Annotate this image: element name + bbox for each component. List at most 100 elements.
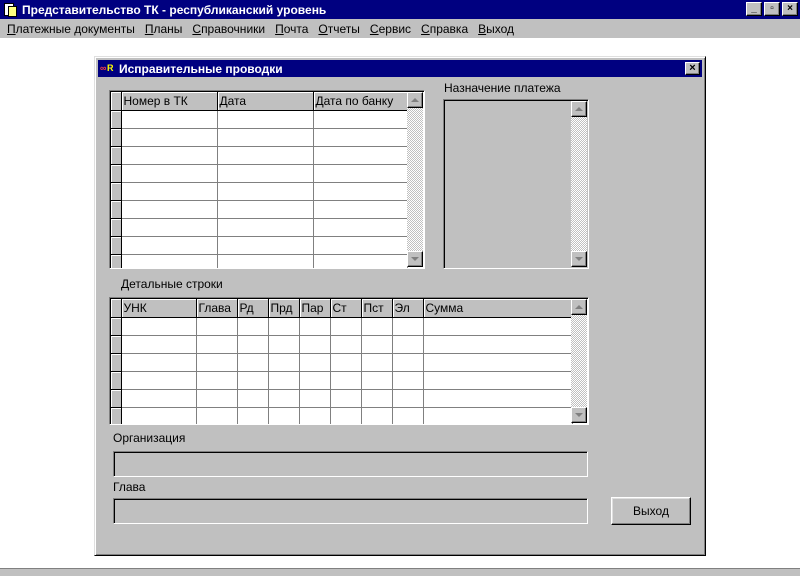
column-header[interactable]: Сумма [423, 299, 573, 318]
grid-cell[interactable] [196, 371, 238, 390]
grid-cell[interactable] [361, 371, 393, 390]
table-row[interactable] [111, 146, 408, 165]
row-indicator[interactable] [111, 110, 122, 129]
grid-cell[interactable] [330, 371, 362, 390]
grid-cell[interactable] [268, 317, 300, 336]
grid-cell[interactable] [268, 335, 300, 354]
grid-cell[interactable] [196, 407, 238, 424]
grid-cell[interactable] [217, 254, 314, 268]
grid-cell[interactable] [299, 317, 331, 336]
grid-cell[interactable] [121, 146, 218, 165]
table-row[interactable] [111, 236, 408, 255]
grid-cell[interactable] [313, 218, 408, 237]
grid-cell[interactable] [299, 407, 331, 424]
grid-cell[interactable] [313, 164, 408, 183]
grid-cell[interactable] [121, 164, 218, 183]
grid-cell[interactable] [361, 407, 393, 424]
grid-cell[interactable] [313, 254, 408, 268]
grid-cell[interactable] [121, 353, 197, 372]
row-indicator[interactable] [111, 200, 122, 219]
grid-cell[interactable] [361, 317, 393, 336]
row-indicator[interactable] [111, 317, 122, 336]
grid-cell[interactable] [237, 407, 269, 424]
grid-cell[interactable] [121, 110, 218, 129]
detail-rows-grid[interactable]: УНК Глава Рд Прд Пар Ст Пст Эл Сумма [109, 297, 589, 425]
column-header[interactable]: Глава [196, 299, 238, 318]
grid-cell[interactable] [217, 110, 314, 129]
grid-cell[interactable] [121, 407, 197, 424]
table-row[interactable] [111, 164, 408, 183]
grid-cell[interactable] [217, 182, 314, 201]
menu-item[interactable]: Отчеты [313, 22, 365, 36]
grid-cell[interactable] [313, 110, 408, 129]
row-indicator[interactable] [111, 236, 122, 255]
grid-cell[interactable] [313, 128, 408, 147]
grid-cell[interactable] [121, 128, 218, 147]
table-row[interactable] [111, 182, 408, 201]
menu-item[interactable]: Планы [140, 22, 188, 36]
grid-cell[interactable] [217, 236, 314, 255]
grid-cell[interactable] [217, 164, 314, 183]
grid-cell[interactable] [217, 128, 314, 147]
grid-cell[interactable] [423, 389, 573, 408]
grid-cell[interactable] [313, 200, 408, 219]
grid-cell[interactable] [121, 389, 197, 408]
column-header[interactable]: УНК [121, 299, 197, 318]
grid-cell[interactable] [237, 389, 269, 408]
grid-cell[interactable] [268, 353, 300, 372]
row-indicator[interactable] [111, 182, 122, 201]
dialog-title-bar[interactable]: ∞ R Исправительные проводки × [98, 60, 702, 77]
grid-cell[interactable] [121, 371, 197, 390]
detail-grid-scrollbar[interactable] [571, 299, 587, 423]
grid-cell[interactable] [313, 146, 408, 165]
grid-cell[interactable] [268, 371, 300, 390]
scroll-up-icon[interactable] [571, 299, 587, 315]
column-header[interactable]: Ст [330, 299, 362, 318]
entries-grid[interactable]: Номер в ТК Дата Дата по банку [109, 90, 425, 269]
grid-cell[interactable] [299, 335, 331, 354]
grid-cell[interactable] [196, 317, 238, 336]
row-indicator[interactable] [111, 254, 122, 268]
column-header[interactable]: Дата [217, 92, 314, 111]
grid-cell[interactable] [423, 335, 573, 354]
grid-cell[interactable] [330, 317, 362, 336]
table-row[interactable] [111, 110, 408, 129]
grid-cell[interactable] [330, 407, 362, 424]
row-indicator[interactable] [111, 407, 122, 424]
grid-cell[interactable] [268, 389, 300, 408]
minimize-icon[interactable]: _ [746, 2, 762, 16]
table-row[interactable] [111, 128, 408, 147]
column-header[interactable]: Эл [392, 299, 424, 318]
grid-cell[interactable] [423, 371, 573, 390]
scroll-up-icon[interactable] [571, 101, 587, 117]
grid-cell[interactable] [237, 335, 269, 354]
column-header[interactable]: Пар [299, 299, 331, 318]
column-header[interactable]: Дата по банку [313, 92, 408, 111]
row-indicator[interactable] [111, 389, 122, 408]
column-header[interactable]: Рд [237, 299, 269, 318]
grid-cell[interactable] [392, 371, 424, 390]
menu-item[interactable]: Справка [416, 22, 473, 36]
grid-cell[interactable] [196, 335, 238, 354]
grid-cell[interactable] [121, 254, 218, 268]
grid-cell[interactable] [121, 317, 197, 336]
grid-cell[interactable] [423, 353, 573, 372]
grid-cell[interactable] [299, 389, 331, 408]
grid-cell[interactable] [313, 182, 408, 201]
grid-cell[interactable] [217, 146, 314, 165]
grid-cell[interactable] [121, 182, 218, 201]
row-indicator[interactable] [111, 353, 122, 372]
grid-cell[interactable] [392, 353, 424, 372]
row-indicator[interactable] [111, 335, 122, 354]
grid-cell[interactable] [121, 218, 218, 237]
table-row[interactable] [111, 317, 573, 336]
grid-cell[interactable] [217, 200, 314, 219]
scroll-down-icon[interactable] [571, 251, 587, 267]
scroll-up-icon[interactable] [407, 92, 423, 108]
menu-item[interactable]: Справочники [187, 22, 270, 36]
grid-cell[interactable] [423, 407, 573, 424]
payment-purpose-memo[interactable] [443, 99, 589, 269]
table-row[interactable] [111, 218, 408, 237]
column-header[interactable]: Пст [361, 299, 393, 318]
app-icon[interactable] [2, 2, 18, 18]
